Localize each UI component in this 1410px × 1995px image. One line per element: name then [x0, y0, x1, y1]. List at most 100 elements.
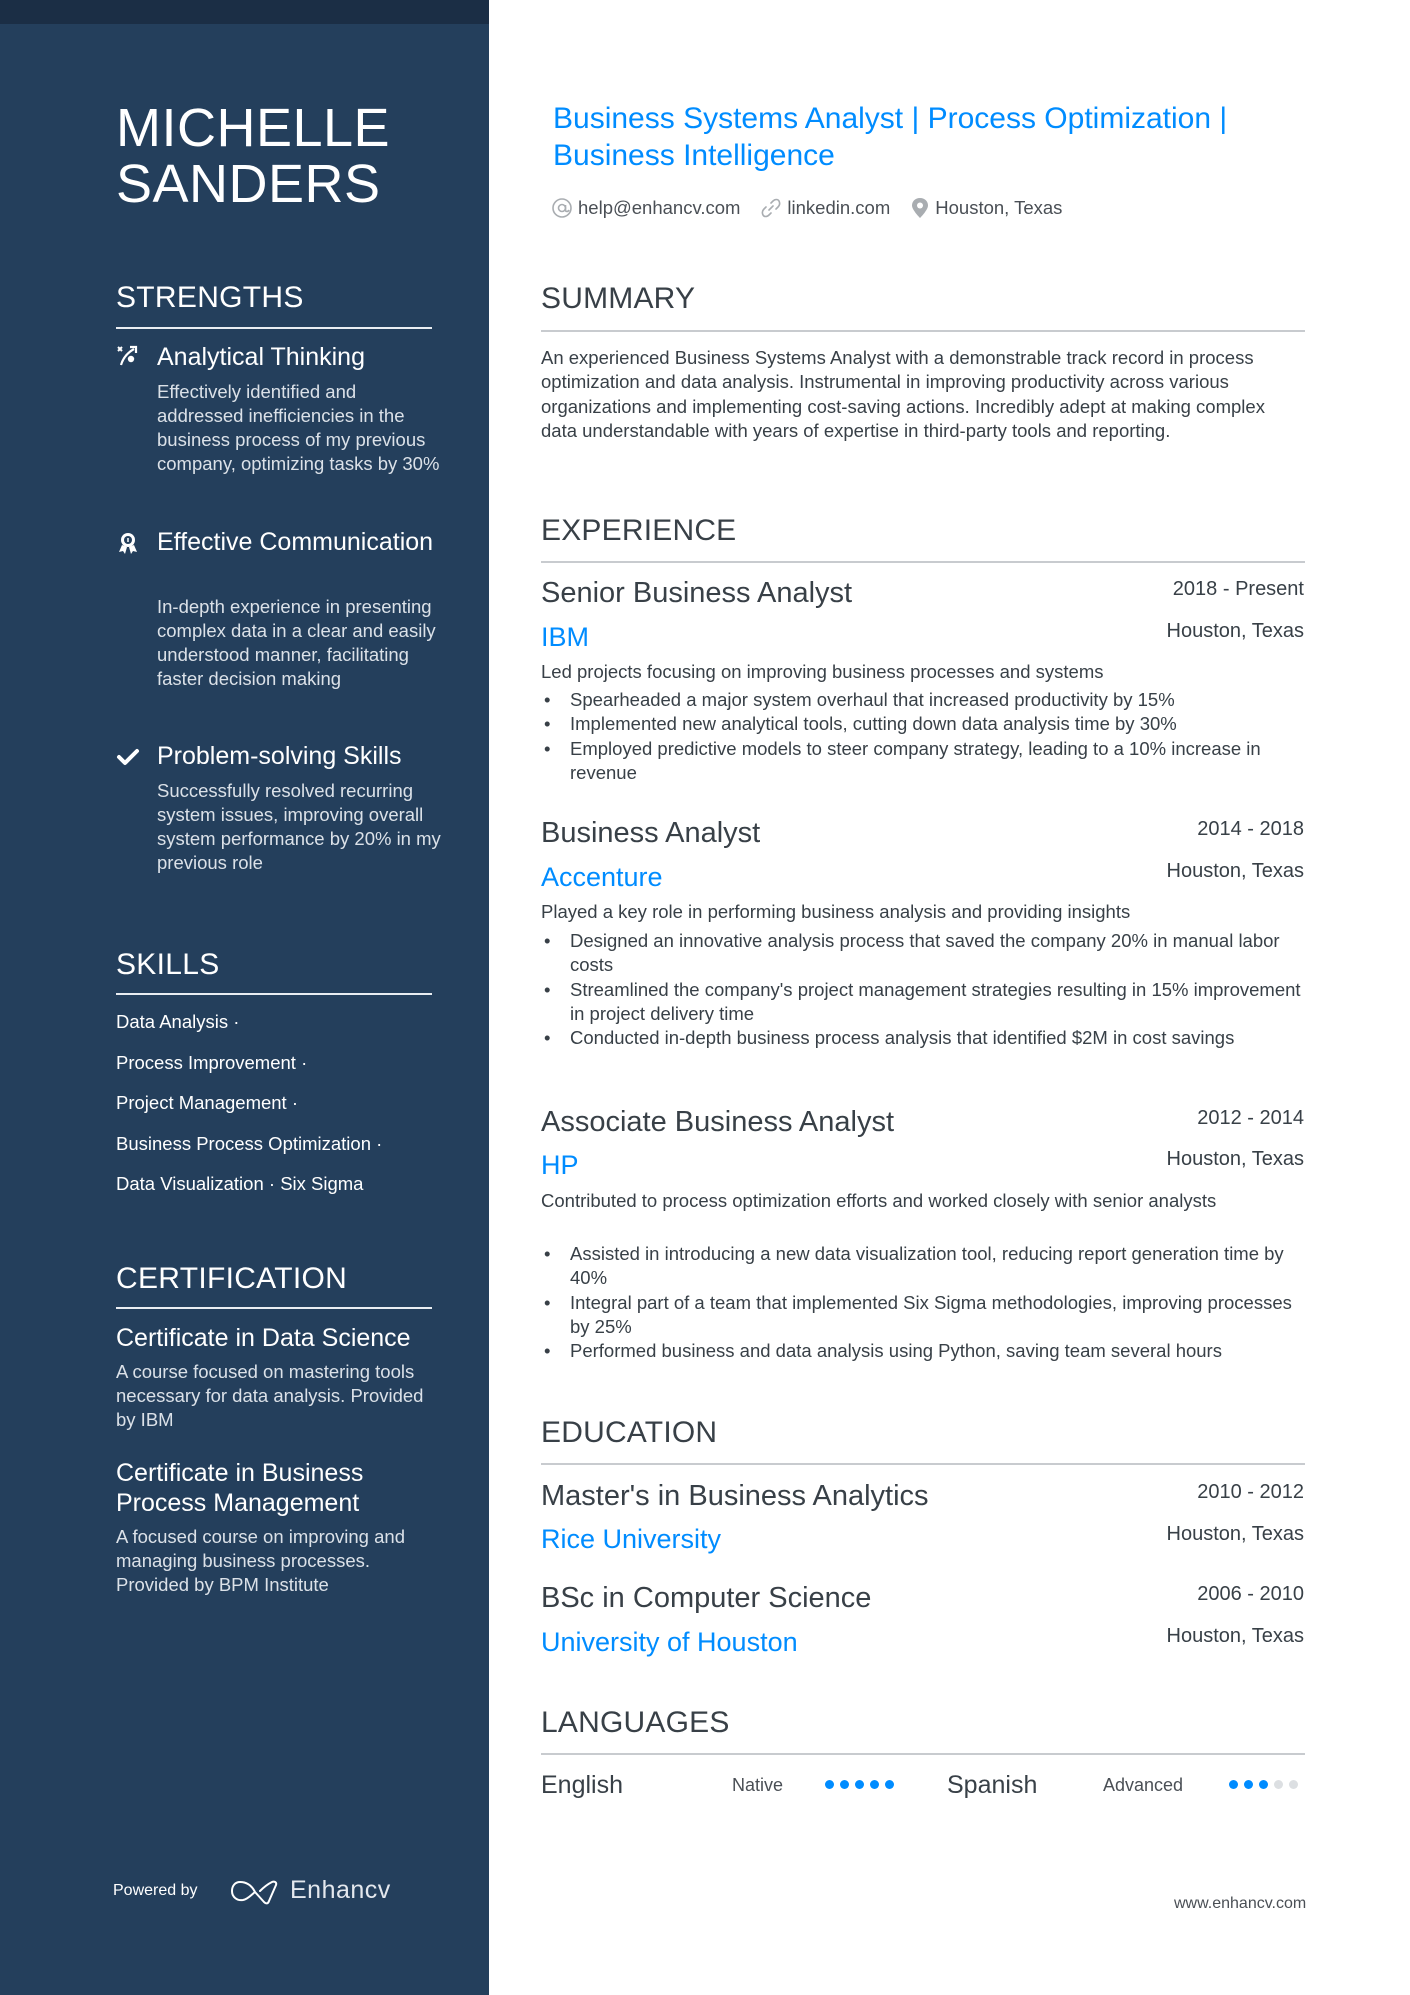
education-heading: EDUCATION: [541, 1416, 718, 1449]
job-location: Houston, Texas: [1166, 620, 1305, 642]
powered-by-label: Powered by: [113, 1882, 198, 1899]
education-dates: 2010 - 2012: [1197, 1481, 1304, 1503]
bullet-item: Performed business and data analysis usi…: [541, 1339, 1305, 1364]
certification-divider: [116, 1307, 432, 1309]
job-summary: Played a key role in performing business…: [541, 901, 1131, 922]
rating-dot-filled: [825, 1780, 834, 1789]
bullet-item: Designed an innovative analysis process …: [541, 929, 1305, 978]
education-location: Houston, Texas: [1166, 1523, 1305, 1545]
company-name[interactable]: Accenture: [541, 861, 663, 893]
rating-dot-filled: [885, 1780, 894, 1789]
rating-dot-filled: [840, 1780, 849, 1789]
strength-title: Problem-solving Skills: [157, 742, 402, 770]
company-name[interactable]: IBM: [541, 621, 589, 653]
rating-dot-filled: [1259, 1780, 1268, 1789]
job-location: Houston, Texas: [1166, 860, 1305, 882]
certificate-title: Certificate in Business Process Manageme…: [116, 1459, 364, 1517]
skill-line: Process Improvement ·: [116, 1052, 308, 1073]
language-name: English: [541, 1771, 623, 1799]
language-level: Native: [732, 1775, 784, 1795]
job-title: Business Analyst: [541, 817, 761, 849]
job-dates: 2012 - 2014: [1197, 1107, 1304, 1129]
skill-line: Business Process Optimization ·: [116, 1133, 383, 1154]
certificate-title: Certificate in Data Science: [116, 1324, 411, 1352]
summary-divider: [541, 330, 1305, 332]
candidate-name: MICHELLE SANDERS: [116, 100, 390, 212]
email-text[interactable]: help@enhancv.com: [578, 197, 740, 219]
language-rating: [1229, 1780, 1298, 1789]
bullet-item: Implemented new analytical tools, cuttin…: [541, 712, 1305, 737]
strengths-heading: STRENGTHS: [116, 281, 304, 314]
certificate-description: A course focused on mastering tools nece…: [116, 1361, 424, 1430]
job-summary: Led projects focusing on improving busin…: [541, 661, 1104, 682]
strength-description: Effectively identified and addressed ine…: [157, 381, 440, 474]
strength-description: In-depth experience in presenting comple…: [157, 596, 436, 689]
bullet-item: Streamlined the company's project manage…: [541, 978, 1305, 1027]
job-location: Houston, Texas: [1166, 1148, 1305, 1170]
languages-divider: [541, 1753, 1305, 1755]
bullet-item: Integral part of a team that implemented…: [541, 1291, 1305, 1340]
job-bullets: Assisted in introducing a new data visua…: [541, 1242, 1305, 1364]
bullet-item: Conducted in-depth business process anal…: [541, 1026, 1305, 1051]
name-last: SANDERS: [116, 154, 381, 214]
bullet-item: Assisted in introducing a new data visua…: [541, 1242, 1305, 1291]
contact-row: help@enhancv.com linkedin.com Houston, T…: [551, 195, 1082, 221]
school-name[interactable]: University of Houston: [541, 1626, 798, 1658]
rating-dot-empty: [1289, 1780, 1298, 1789]
skills-divider: [116, 993, 432, 995]
school-name[interactable]: Rice University: [541, 1523, 721, 1555]
strength-title: Analytical Thinking: [157, 343, 365, 371]
skill-line: Project Management ·: [116, 1092, 299, 1113]
experience-heading: EXPERIENCE: [541, 514, 737, 547]
at-icon: [552, 198, 572, 218]
certification-heading: CERTIFICATION: [116, 1262, 348, 1295]
contact-linkedin[interactable]: linkedin.com: [760, 197, 890, 219]
strength-title: Effective Communication: [157, 528, 434, 556]
rating-dot-filled: [855, 1780, 864, 1789]
name-first: MICHELLE: [116, 98, 391, 158]
education-dates: 2006 - 2010: [1197, 1583, 1304, 1605]
map-pin-icon: [912, 198, 929, 218]
footer-url[interactable]: www.enhancv.com: [1174, 1895, 1306, 1913]
job-dates: 2018 - Present: [1172, 578, 1304, 600]
strategy-icon: [116, 344, 140, 368]
language-level: Advanced: [1103, 1775, 1184, 1795]
sidebar-top-bar: [0, 0, 489, 24]
job-title: Senior Business Analyst: [541, 577, 853, 609]
location-text: Houston, Texas: [935, 197, 1063, 218]
strengths-divider: [116, 327, 432, 329]
link-icon: [761, 198, 781, 218]
contact-location: Houston, Texas: [910, 197, 1062, 219]
rating-dot-filled: [1244, 1780, 1253, 1789]
company-name[interactable]: HP: [541, 1149, 579, 1181]
languages-heading: LANGUAGES: [541, 1706, 730, 1739]
skill-line: Data Visualization · Six Sigma: [116, 1173, 364, 1194]
bullet-item: Employed predictive models to steer comp…: [541, 737, 1305, 786]
language-name: Spanish: [947, 1771, 1038, 1799]
rating-dot-empty: [1274, 1780, 1283, 1789]
headline: Business Systems Analyst | Process Optim…: [553, 102, 1228, 172]
experience-divider: [541, 561, 1305, 563]
enhancv-logo-icon[interactable]: [231, 1879, 279, 1905]
rating-dot-filled: [1229, 1780, 1238, 1789]
job-bullets: Designed an innovative analysis process …: [541, 929, 1305, 1051]
linkedin-text[interactable]: linkedin.com: [787, 197, 890, 219]
certificate-description: A focused course on improving and managi…: [116, 1526, 405, 1595]
checkmark-icon: [116, 745, 140, 769]
job-summary: Contributed to process optimization effo…: [541, 1190, 1217, 1211]
degree-title: BSc in Computer Science: [541, 1582, 872, 1614]
job-bullets: Spearheaded a major system overhaul that…: [541, 688, 1305, 785]
strength-description: Successfully resolved recurring system i…: [157, 780, 441, 873]
contact-email[interactable]: help@enhancv.com: [551, 197, 740, 219]
job-dates: 2014 - 2018: [1197, 818, 1304, 840]
degree-title: Master's in Business Analytics: [541, 1480, 929, 1512]
skill-line: Data Analysis ·: [116, 1011, 240, 1032]
education-divider: [541, 1463, 1305, 1465]
job-title: Associate Business Analyst: [541, 1106, 895, 1138]
award-ribbon-icon: [116, 531, 140, 555]
rating-dot-filled: [870, 1780, 879, 1789]
language-rating: [825, 1780, 894, 1789]
enhancv-brand[interactable]: Enhancv: [290, 1876, 391, 1905]
summary-heading: SUMMARY: [541, 282, 696, 315]
bullet-item: Spearheaded a major system overhaul that…: [541, 688, 1305, 713]
